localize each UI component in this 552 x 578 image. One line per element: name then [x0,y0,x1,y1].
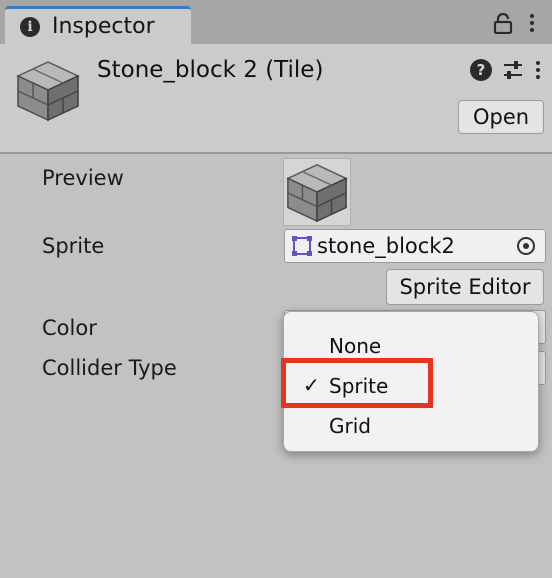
kebab-menu-icon[interactable] [534,61,542,79]
menu-item-label: Grid [329,414,371,438]
info-icon: i [20,16,40,37]
sprite-value: stone_block2 [317,234,455,258]
stone-block-tile-icon [286,164,348,223]
lock-icon[interactable] [492,12,514,34]
tab-inspector[interactable]: i Inspector [5,6,191,44]
sprite-editor-button[interactable]: Sprite Editor [386,269,544,305]
collider-type-label: Collider Type [42,356,177,380]
preset-sliders-icon[interactable] [502,59,524,81]
sprite-icon [292,236,312,256]
inspector-header: Stone_block 2 (Tile) ? Open [0,44,552,154]
header-actions: ? [470,59,542,81]
tab-bar: i Inspector [0,0,552,44]
asset-title: Stone_block 2 (Tile) [97,57,324,83]
tab-label: Inspector [52,14,155,39]
kebab-menu-icon[interactable] [528,14,536,32]
open-button[interactable]: Open [458,100,544,134]
help-icon[interactable]: ? [470,59,492,81]
sprite-label: Sprite [42,234,105,258]
menu-item-label: None [329,334,382,358]
sprite-object-field[interactable]: stone_block2 [284,229,546,263]
highlight-annotation [281,358,433,408]
tab-actions [492,12,536,34]
object-picker-icon[interactable] [517,237,535,255]
preview-thumbnail [283,158,351,226]
color-label: Color [42,316,97,340]
preview-label: Preview [42,166,124,190]
menu-item-grid[interactable]: Grid [284,407,538,447]
stone-block-tile-icon [16,61,80,122]
